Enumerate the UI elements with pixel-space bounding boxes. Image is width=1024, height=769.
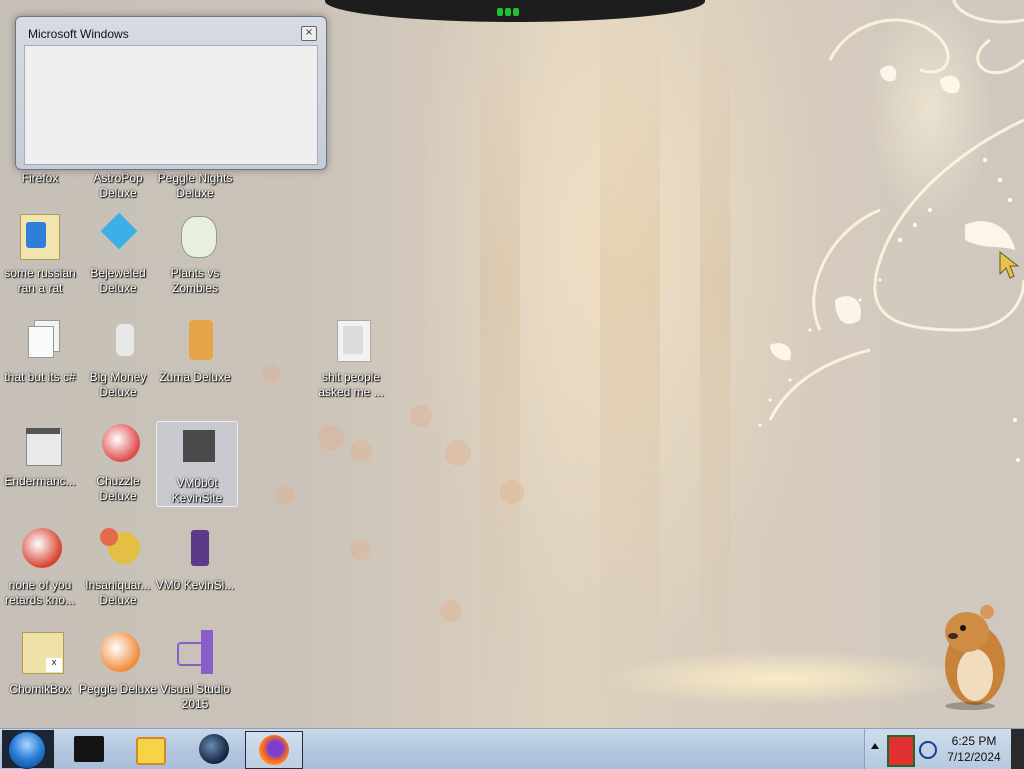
dialog-body: [24, 45, 318, 165]
icon-label: Firefox: [21, 171, 59, 185]
desktop-icon-none-of-you[interactable]: none of you retards kno...: [0, 524, 80, 608]
mouse-cursor-icon: [999, 250, 1020, 279]
zuma-icon: [171, 316, 219, 364]
icon-label: Visual Studio 2015: [160, 682, 230, 711]
notch-light: [497, 8, 503, 16]
hamster-decoration: [945, 605, 1005, 710]
desktop-icon-peggle-deluxe[interactable]: Peggle Deluxe: [78, 628, 158, 712]
dark-app-icon: [173, 422, 221, 470]
sync-tray-icon[interactable]: [919, 741, 937, 759]
firefox-taskbar-icon: [259, 735, 289, 765]
desktop-icon-vm0b0t-kevinsite[interactable]: VM0b0t KevinSite: [156, 421, 238, 507]
desktop-icon-folder[interactable]: shit people asked me ...: [311, 316, 391, 400]
folder-icon: [327, 316, 375, 364]
notch-light: [505, 8, 511, 16]
taskbar-media-player-button[interactable]: [120, 731, 176, 767]
chomikbox-icon: x: [16, 628, 64, 676]
terminal-app-icon: [74, 736, 104, 762]
visual-studio-icon: [171, 628, 219, 676]
message-dialog[interactable]: Microsoft Windows ×: [15, 16, 327, 170]
system-tray: 6:25 PM 7/12/2024: [864, 729, 1024, 769]
clock-time[interactable]: 6:25 PM: [941, 734, 1007, 748]
icon-label: VM0 KevinSi...: [155, 578, 235, 592]
desktop-icon-bejeweled[interactable]: Bejeweled Deluxe: [78, 212, 158, 296]
desktop-icon-visual-studio[interactable]: Visual Studio 2015: [155, 628, 235, 712]
icon-label: VM0b0t KevinSite: [171, 476, 223, 505]
ie-file-icon: [16, 212, 64, 260]
taskbar-globe-button[interactable]: [186, 731, 242, 767]
icon-label: Endermanc...: [4, 474, 76, 488]
icon-label: some russian ran a rat: [4, 266, 76, 295]
plants-vs-zombies-icon: [171, 212, 219, 260]
taskbar-terminal-button[interactable]: [62, 731, 118, 767]
desktop[interactable]: Firefox some russian ran a rat that but …: [0, 0, 1024, 728]
chuzzle-icon: [94, 420, 142, 468]
icon-label: Big Money Deluxe: [89, 370, 147, 399]
desktop-icon-chomikbox[interactable]: x ChomikBox: [0, 628, 80, 712]
vm-script-icon: [171, 524, 219, 572]
windows-logo-icon: [8, 731, 46, 769]
desktop-icon-vm0-kevinsi[interactable]: VM0 KevinSi...: [155, 524, 235, 608]
insaniquarium-icon: [94, 524, 142, 572]
desktop-icon-that-but-its-csharp[interactable]: that but its c#: [0, 316, 80, 400]
desktop-icon-big-money[interactable]: Big Money Deluxe: [78, 316, 158, 400]
media-player-icon: [136, 737, 166, 765]
icon-label: Insaniquar... Deluxe: [85, 578, 151, 607]
desktop-icon-russian-rat[interactable]: some russian ran a rat: [0, 212, 80, 296]
desktop-icon-zuma[interactable]: Zuma Deluxe: [155, 316, 235, 400]
taskbar-firefox-button[interactable]: [245, 731, 303, 769]
icon-label: Zuma Deluxe: [159, 370, 231, 384]
dialog-title: Microsoft Windows: [28, 27, 129, 41]
big-money-icon: [94, 316, 142, 364]
clock-date[interactable]: 7/12/2024: [941, 750, 1007, 764]
notch-light: [513, 8, 519, 16]
start-button[interactable]: [2, 730, 54, 769]
peggle-icon: [94, 628, 142, 676]
icon-label: ChomikBox: [9, 682, 71, 696]
show-hidden-icons-icon[interactable]: [871, 743, 879, 749]
close-button[interactable]: ×: [301, 26, 317, 41]
icon-label: Chuzzle Deluxe: [96, 474, 140, 503]
icon-label: that but its c#: [4, 370, 76, 384]
network-tray-icon[interactable]: [887, 735, 915, 767]
icon-label: none of you retards kno...: [4, 578, 76, 607]
icon-label: Plants vs Zombies: [170, 266, 220, 295]
taskbar: 6:25 PM 7/12/2024: [0, 728, 1024, 769]
show-desktop-button[interactable]: [1011, 729, 1024, 769]
icon-label: Peggle Deluxe: [78, 682, 158, 696]
icon-label: Peggle Nights Deluxe: [157, 171, 233, 200]
window-app-icon: [16, 420, 64, 468]
peggle-ball-icon: [16, 524, 64, 572]
bejeweled-icon: [94, 212, 142, 260]
icon-label: shit people asked me ...: [318, 370, 384, 399]
desktop-icon-chuzzle[interactable]: Chuzzle Deluxe: [78, 420, 158, 504]
desktop-icon-endermanc[interactable]: Endermanc...: [0, 420, 80, 504]
globe-app-icon: [199, 734, 229, 764]
icon-label: Bejeweled Deluxe: [90, 266, 146, 295]
desktop-icon-insaniquarium[interactable]: Insaniquar... Deluxe: [78, 524, 158, 608]
desktop-icon-plants-vs-zombies[interactable]: Plants vs Zombies: [155, 212, 235, 296]
icon-label: AstroPop Deluxe: [93, 171, 143, 200]
copy-pages-icon: [16, 316, 64, 364]
